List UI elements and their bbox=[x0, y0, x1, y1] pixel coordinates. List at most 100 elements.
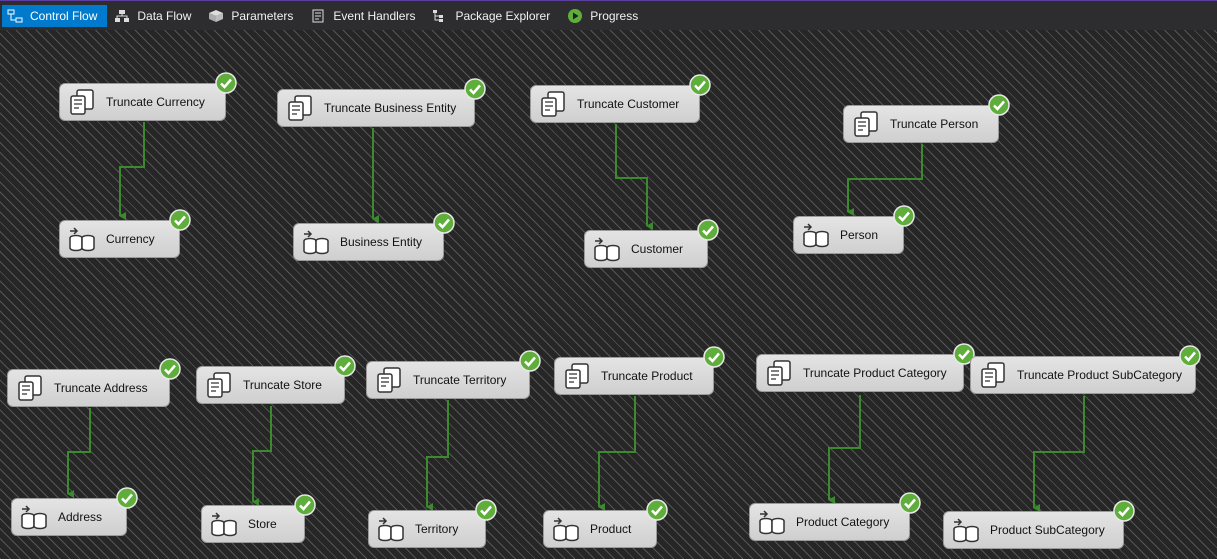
success-check-icon bbox=[1113, 500, 1135, 522]
task-person[interactable]: Person bbox=[793, 205, 915, 254]
tab-label: Package Explorer bbox=[455, 8, 551, 23]
success-check-icon bbox=[703, 346, 725, 368]
task-label: Truncate Product SubCategory bbox=[1017, 368, 1182, 382]
data-flow-task-icon bbox=[548, 511, 584, 547]
task-product[interactable]: Product bbox=[543, 499, 668, 548]
connector-territory bbox=[426, 400, 449, 511]
task-customer[interactable]: Customer bbox=[584, 219, 719, 268]
task-label: Customer bbox=[631, 242, 684, 256]
execute-sql-task-icon bbox=[848, 106, 884, 142]
task-currency[interactable]: Currency bbox=[59, 209, 191, 258]
task-territory[interactable]: Territory bbox=[368, 499, 497, 548]
data-flow-icon bbox=[113, 8, 131, 24]
parameters-icon bbox=[207, 8, 225, 24]
success-check-icon bbox=[899, 492, 921, 514]
execute-sql-task-icon bbox=[535, 86, 571, 122]
execute-sql-task-icon bbox=[201, 367, 237, 403]
success-check-icon bbox=[433, 212, 455, 234]
success-check-icon bbox=[689, 74, 711, 96]
event-handlers-icon bbox=[309, 8, 327, 24]
task-label: Business Entity bbox=[340, 235, 423, 249]
data-flow-task-icon bbox=[754, 504, 790, 540]
designer-tab-bar: Control Flow Data Flow Parameters Event … bbox=[0, 0, 1217, 30]
task-label: Truncate Person bbox=[890, 117, 979, 131]
task-label: Person bbox=[840, 228, 879, 242]
data-flow-task-icon bbox=[16, 499, 52, 535]
success-check-icon bbox=[334, 355, 356, 377]
connector-person bbox=[847, 144, 923, 216]
task-label: Currency bbox=[106, 232, 155, 246]
data-flow-task-icon bbox=[206, 506, 242, 542]
tab-parameters[interactable]: Parameters bbox=[203, 5, 303, 27]
data-flow-task-icon bbox=[373, 511, 409, 547]
execute-sql-task-icon bbox=[64, 84, 100, 120]
package-explorer-icon bbox=[431, 8, 449, 24]
tab-control-flow[interactable]: Control Flow bbox=[2, 4, 108, 27]
success-check-icon bbox=[294, 494, 316, 516]
tab-label: Parameters bbox=[231, 8, 294, 23]
success-check-icon bbox=[159, 358, 181, 380]
task-truncate-territory[interactable]: Truncate Territory bbox=[366, 350, 541, 399]
task-truncate-address[interactable]: Truncate Address bbox=[7, 358, 181, 407]
task-label: Truncate Business Entity bbox=[324, 101, 457, 115]
task-label: Address bbox=[58, 510, 103, 524]
tab-label: Data Flow bbox=[137, 8, 192, 23]
task-label: Truncate Product Category bbox=[803, 366, 947, 380]
task-label: Store bbox=[248, 517, 277, 531]
task-label: Truncate Currency bbox=[106, 95, 205, 109]
success-check-icon bbox=[697, 219, 719, 241]
success-check-icon bbox=[519, 350, 541, 372]
connector-customer bbox=[615, 124, 653, 230]
connector-product bbox=[598, 396, 636, 511]
connector-product-category bbox=[828, 395, 861, 504]
task-product-subcategory[interactable]: Product SubCategory bbox=[943, 500, 1135, 549]
connector-currency bbox=[119, 122, 145, 220]
task-truncate-product-subcategory[interactable]: Truncate Product SubCategory bbox=[970, 345, 1201, 394]
success-check-icon bbox=[215, 72, 237, 94]
success-check-icon bbox=[116, 487, 138, 509]
control-flow-icon bbox=[6, 8, 24, 24]
execute-sql-task-icon bbox=[761, 355, 797, 391]
success-check-icon bbox=[475, 499, 497, 521]
tab-event-handlers[interactable]: Event Handlers bbox=[305, 5, 425, 27]
data-flow-task-icon bbox=[948, 512, 984, 548]
task-truncate-business-entity[interactable]: Truncate Business Entity bbox=[277, 78, 486, 127]
task-product-category[interactable]: Product Category bbox=[749, 492, 921, 541]
success-check-icon bbox=[988, 94, 1010, 116]
tab-package-explorer[interactable]: Package Explorer bbox=[427, 5, 560, 27]
success-check-icon bbox=[169, 209, 191, 231]
task-truncate-product[interactable]: Truncate Product bbox=[554, 346, 725, 395]
progress-play-icon bbox=[566, 8, 584, 24]
task-label: Product SubCategory bbox=[990, 523, 1105, 537]
task-label: Truncate Address bbox=[54, 381, 148, 395]
task-truncate-customer[interactable]: Truncate Customer bbox=[530, 74, 711, 123]
task-label: Product bbox=[590, 522, 632, 536]
task-label: Truncate Customer bbox=[577, 97, 680, 111]
task-store[interactable]: Store bbox=[201, 494, 316, 543]
execute-sql-task-icon bbox=[559, 358, 595, 394]
task-business-entity[interactable]: Business Entity bbox=[293, 212, 455, 261]
task-truncate-product-category[interactable]: Truncate Product Category bbox=[756, 343, 975, 392]
data-flow-task-icon bbox=[64, 221, 100, 257]
tab-data-flow[interactable]: Data Flow bbox=[109, 5, 201, 27]
task-label: Truncate Territory bbox=[413, 373, 507, 387]
tab-label: Progress bbox=[590, 8, 639, 23]
task-address[interactable]: Address bbox=[11, 487, 138, 536]
tab-label: Event Handlers bbox=[333, 8, 416, 23]
control-flow-canvas[interactable]: Truncate Currency Truncate Business Enti… bbox=[0, 30, 1217, 559]
task-label: Truncate Store bbox=[243, 378, 322, 392]
tab-progress[interactable]: Progress bbox=[562, 5, 648, 27]
task-label: Territory bbox=[415, 522, 459, 536]
connector-product-subcategory bbox=[1033, 396, 1085, 512]
task-label: Product Category bbox=[796, 515, 890, 529]
connector-address bbox=[67, 408, 91, 498]
task-truncate-store[interactable]: Truncate Store bbox=[196, 355, 356, 404]
success-check-icon bbox=[893, 205, 915, 227]
task-truncate-person[interactable]: Truncate Person bbox=[843, 94, 1010, 143]
success-check-icon bbox=[464, 78, 486, 100]
tab-label: Control Flow bbox=[30, 8, 98, 23]
task-truncate-currency[interactable]: Truncate Currency bbox=[59, 72, 237, 121]
success-check-icon bbox=[1179, 345, 1201, 367]
data-flow-task-icon bbox=[589, 231, 625, 267]
data-flow-task-icon bbox=[798, 217, 834, 253]
